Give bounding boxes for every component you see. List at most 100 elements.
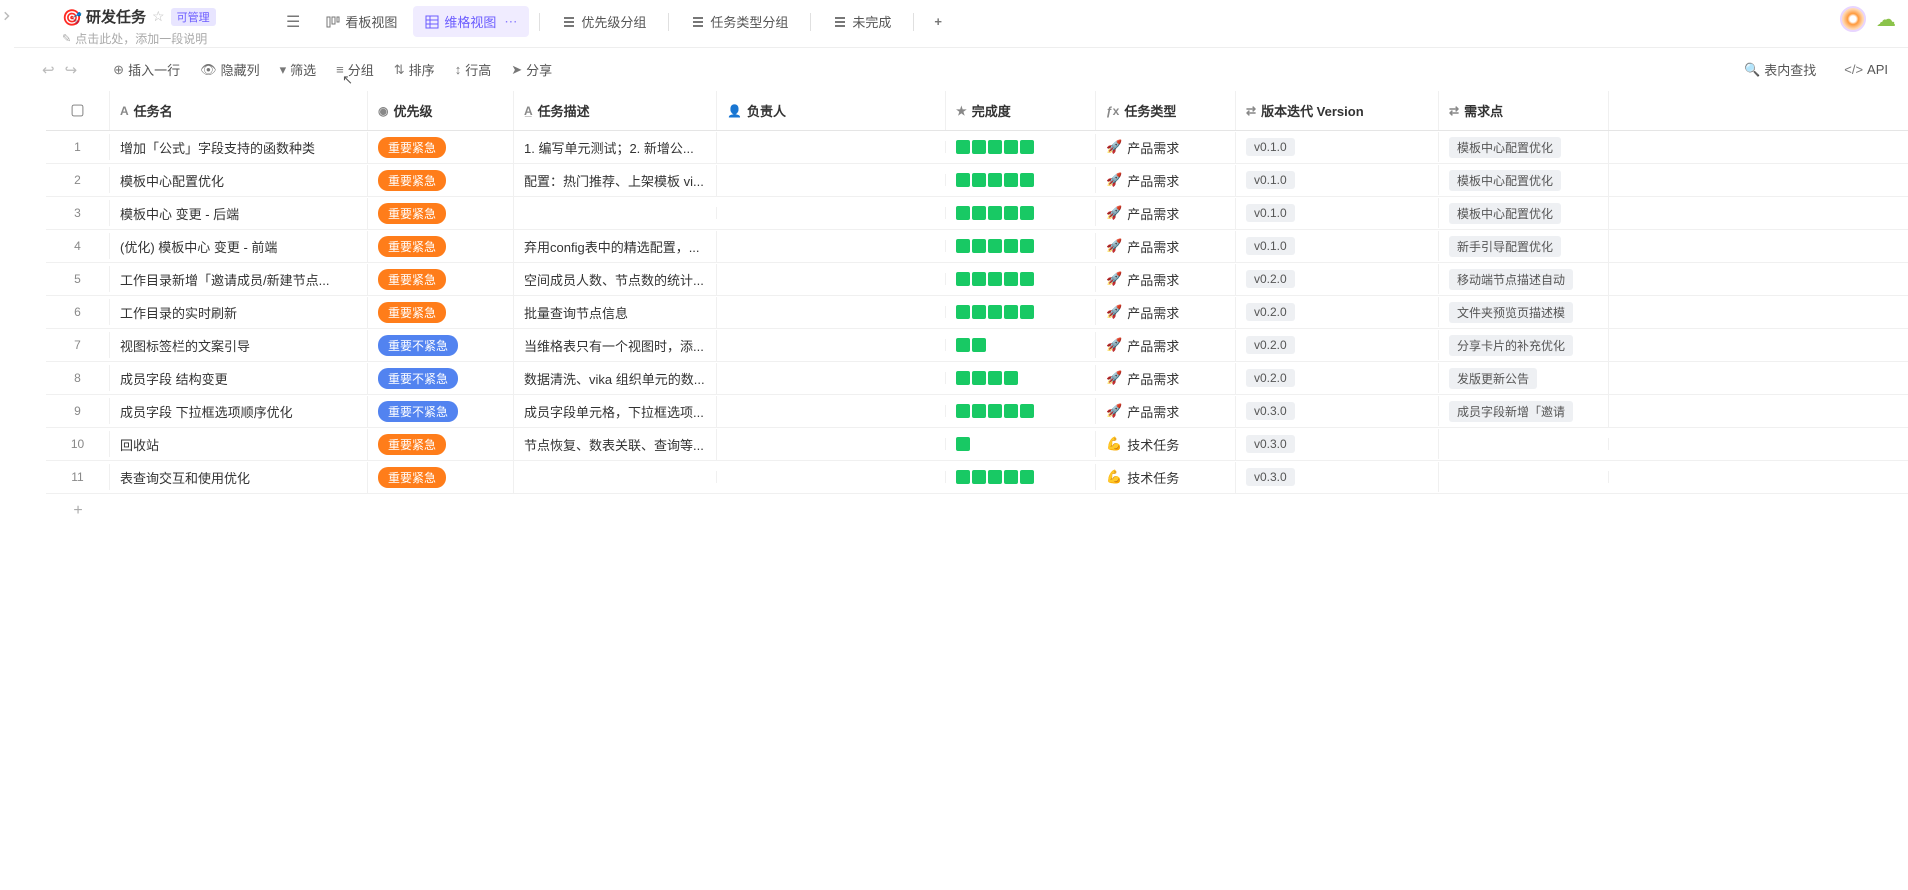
cell-desc[interactable]: 配置：热门推荐、上架模板 vi... xyxy=(514,165,717,196)
tab-kanban[interactable]: 看板视图 xyxy=(314,6,409,37)
cell-priority[interactable]: 重要紧急 xyxy=(368,428,514,461)
req-tag[interactable]: 模板中心配置优化 xyxy=(1449,203,1561,224)
cell-req[interactable]: 移动端节点描述自动 xyxy=(1439,263,1609,296)
cell-priority[interactable]: 重要紧急 xyxy=(368,263,514,296)
cell-req[interactable]: 分享卡片的补充优化 xyxy=(1439,329,1609,362)
cell-type[interactable]: 💪 技术任务 xyxy=(1096,429,1236,460)
redo-button[interactable]: ↪ xyxy=(65,61,78,79)
cell-desc[interactable]: 批量查询节点信息 xyxy=(514,297,717,328)
select-all-checkbox[interactable] xyxy=(72,105,84,117)
tab-type-group[interactable]: 任务类型分组 xyxy=(679,6,800,37)
row-index[interactable]: 7 xyxy=(46,332,110,358)
cell-version[interactable]: v0.1.0 xyxy=(1236,132,1439,162)
cell-type[interactable]: 🚀 产品需求 xyxy=(1096,165,1236,196)
cell-owner[interactable] xyxy=(717,405,946,417)
cell-progress[interactable] xyxy=(946,200,1096,226)
table-row[interactable]: 10回收站重要紧急节点恢复、数表关联、查询等...💪 技术任务v0.3.0 xyxy=(46,428,1908,461)
cell-priority[interactable]: 重要紧急 xyxy=(368,230,514,263)
cell-name[interactable]: 模板中心配置优化 xyxy=(110,165,368,196)
cell-desc[interactable] xyxy=(514,471,717,483)
cell-priority[interactable]: 重要紧急 xyxy=(368,164,514,197)
column-name[interactable]: A任务名 xyxy=(110,91,368,130)
cell-req[interactable]: 模板中心配置优化 xyxy=(1439,197,1609,230)
cell-progress[interactable] xyxy=(946,464,1096,490)
page-title[interactable]: 研发任务 xyxy=(86,6,146,27)
table-row[interactable]: 6工作目录的实时刷新重要紧急批量查询节点信息🚀 产品需求v0.2.0文件夹预览页… xyxy=(46,296,1908,329)
cell-owner[interactable] xyxy=(717,339,946,351)
cell-desc[interactable] xyxy=(514,207,717,219)
cell-priority[interactable]: 重要紧急 xyxy=(368,461,514,494)
req-tag[interactable]: 分享卡片的补充优化 xyxy=(1449,335,1573,356)
cell-type[interactable]: 🚀 产品需求 xyxy=(1096,297,1236,328)
star-icon[interactable]: ☆ xyxy=(152,8,165,25)
cell-progress[interactable] xyxy=(946,299,1096,325)
cell-priority[interactable]: 重要紧急 xyxy=(368,197,514,230)
row-index[interactable]: 11 xyxy=(46,464,110,490)
table-row[interactable]: 1增加「公式」字段支持的函数种类重要紧急1. 编写单元测试；2. 新增公...🚀… xyxy=(46,131,1908,164)
cell-name[interactable]: 成员字段 结构变更 xyxy=(110,363,368,394)
cell-name[interactable]: 成员字段 下拉框选项顺序优化 xyxy=(110,396,368,427)
cell-desc[interactable]: 当维格表只有一个视图时，添... xyxy=(514,330,717,361)
cell-req[interactable]: 文件夹预览页描述模 xyxy=(1439,296,1609,329)
cell-name[interactable]: 回收站 xyxy=(110,429,368,460)
doc-emoji-icon[interactable]: 🎯 xyxy=(62,8,80,26)
cell-name[interactable]: 工作目录新增「邀请成员/新建节点... xyxy=(110,264,368,295)
req-tag[interactable]: 模板中心配置优化 xyxy=(1449,137,1561,158)
cell-version[interactable]: v0.1.0 xyxy=(1236,165,1439,195)
cell-owner[interactable] xyxy=(717,273,946,285)
cell-progress[interactable] xyxy=(946,332,1096,358)
cell-type[interactable]: 🚀 产品需求 xyxy=(1096,132,1236,163)
cell-version[interactable]: v0.3.0 xyxy=(1236,429,1439,459)
cell-progress[interactable] xyxy=(946,233,1096,259)
cell-name[interactable]: 工作目录的实时刷新 xyxy=(110,297,368,328)
cell-owner[interactable] xyxy=(717,438,946,450)
page-subtitle[interactable]: ✎ 点击此处，添加一段说明 xyxy=(62,30,262,47)
cell-name[interactable]: 模板中心 变更 - 后端 xyxy=(110,198,368,229)
tab-grid[interactable]: 维格视图 ⋯ xyxy=(413,6,529,37)
cell-type[interactable]: 💪 技术任务 xyxy=(1096,462,1236,493)
column-desc[interactable]: A̲任务描述 xyxy=(514,91,717,130)
menu-icon[interactable]: ☰ xyxy=(286,12,300,32)
req-tag[interactable]: 移动端节点描述自动 xyxy=(1449,269,1573,290)
cell-desc[interactable]: 弃用config表中的精选配置，... xyxy=(514,231,717,262)
cell-type[interactable]: 🚀 产品需求 xyxy=(1096,198,1236,229)
cell-priority[interactable]: 重要紧急 xyxy=(368,131,514,164)
cell-type[interactable]: 🚀 产品需求 xyxy=(1096,231,1236,262)
cell-name[interactable]: 表查询交互和使用优化 xyxy=(110,462,368,493)
cell-version[interactable]: v0.1.0 xyxy=(1236,231,1439,261)
cell-progress[interactable] xyxy=(946,167,1096,193)
sort-button[interactable]: ⇅排序 xyxy=(386,56,443,83)
column-type[interactable]: ƒx任务类型 xyxy=(1096,91,1236,130)
req-tag[interactable]: 发版更新公告 xyxy=(1449,368,1537,389)
cell-version[interactable]: v0.2.0 xyxy=(1236,264,1439,294)
cell-owner[interactable] xyxy=(717,141,946,153)
table-row[interactable]: 4(优化) 模板中心 变更 - 前端重要紧急弃用config表中的精选配置，..… xyxy=(46,230,1908,263)
avatar[interactable] xyxy=(1840,6,1866,32)
req-tag[interactable]: 成员字段新增「邀请 xyxy=(1449,401,1573,422)
column-version[interactable]: ⇄版本迭代 Version xyxy=(1236,91,1439,130)
column-owner[interactable]: 👤负责人 xyxy=(717,91,946,130)
column-priority[interactable]: ◉优先级 xyxy=(368,91,514,130)
cell-progress[interactable] xyxy=(946,134,1096,160)
table-row[interactable]: 8成员字段 结构变更重要不紧急数据清洗、vika 组织单元的数...🚀 产品需求… xyxy=(46,362,1908,395)
cell-owner[interactable] xyxy=(717,471,946,483)
table-row[interactable]: 9成员字段 下拉框选项顺序优化重要不紧急成员字段单元格，下拉框选项...🚀 产品… xyxy=(46,395,1908,428)
cell-req[interactable] xyxy=(1439,438,1609,450)
tab-more-icon[interactable]: ⋯ xyxy=(504,14,517,30)
cell-req[interactable] xyxy=(1439,471,1609,483)
table-row[interactable]: 11表查询交互和使用优化重要紧急💪 技术任务v0.3.0 xyxy=(46,461,1908,494)
cell-req[interactable]: 发版更新公告 xyxy=(1439,362,1609,395)
expand-sidebar-icon[interactable] xyxy=(1,10,13,22)
row-height-button[interactable]: ↕行高 xyxy=(447,56,500,83)
cell-priority[interactable]: 重要不紧急 xyxy=(368,395,514,428)
row-index[interactable]: 2 xyxy=(46,167,110,193)
cell-version[interactable]: v0.2.0 xyxy=(1236,363,1439,393)
share-button[interactable]: ➤分享 xyxy=(503,56,560,83)
req-tag[interactable]: 文件夹预览页描述模 xyxy=(1449,302,1573,323)
cell-desc[interactable]: 空间成员人数、节点数的统计... xyxy=(514,264,717,295)
group-button[interactable]: ≡分组↖ xyxy=(328,56,382,83)
search-in-table-button[interactable]: 🔍表内查找 xyxy=(1736,56,1824,83)
cell-owner[interactable] xyxy=(717,240,946,252)
cell-desc[interactable]: 节点恢复、数表关联、查询等... xyxy=(514,429,717,460)
cell-req[interactable]: 模板中心配置优化 xyxy=(1439,164,1609,197)
